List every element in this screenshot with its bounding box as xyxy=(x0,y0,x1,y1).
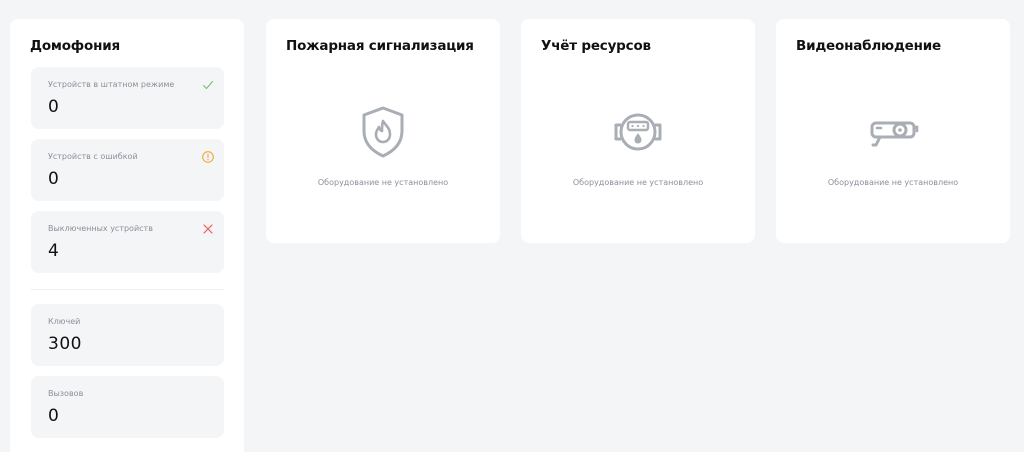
stat-label: Устройств с ошибкой xyxy=(48,152,138,161)
resources-title: Учёт ресурсов xyxy=(541,38,651,54)
check-icon xyxy=(202,80,214,90)
camera-icon xyxy=(870,121,919,147)
stat-value: 0 xyxy=(48,97,60,117)
stat-value: 4 xyxy=(48,241,60,261)
stat-keys[interactable]: Ключей 300 xyxy=(31,304,224,366)
dashboard: Домофония Устройств в штатном режиме 0 У… xyxy=(0,0,1024,452)
cross-icon xyxy=(203,224,213,234)
stat-normal-devices[interactable]: Устройств в штатном режиме 0 xyxy=(31,67,224,129)
resources-card[interactable]: Учёт ресурсов Оборудование не установлен… xyxy=(521,19,755,243)
stat-calls[interactable]: Вызовов 0 xyxy=(31,376,224,438)
stat-value: 0 xyxy=(48,169,60,189)
video-title: Видеонаблюдение xyxy=(796,38,941,54)
empty-state-text: Оборудование не установлено xyxy=(572,178,704,187)
stat-value: 300 xyxy=(48,334,82,354)
stat-label: Устройств в штатном режиме xyxy=(48,80,175,89)
warning-icon xyxy=(202,151,214,163)
video-card[interactable]: Видеонаблюдение Оборудование не установл… xyxy=(776,19,1010,243)
intercom-title: Домофония xyxy=(30,38,120,54)
empty-state-text: Оборудование не установлено xyxy=(317,178,449,187)
empty-state-text: Оборудование не установлено xyxy=(827,178,959,187)
stat-label: Вызовов xyxy=(48,389,84,398)
shield-flame-icon xyxy=(362,106,404,158)
divider xyxy=(31,289,224,290)
stat-disabled-devices[interactable]: Выключенных устройств 4 xyxy=(31,211,224,273)
fire-alarm-title: Пожарная сигнализация xyxy=(286,38,474,54)
meter-icon xyxy=(614,113,662,151)
stat-value: 0 xyxy=(48,406,60,426)
intercom-card: Домофония Устройств в штатном режиме 0 У… xyxy=(10,19,244,452)
stat-label: Ключей xyxy=(48,317,81,326)
stat-error-devices[interactable]: Устройств с ошибкой 0 xyxy=(31,139,224,201)
stat-label: Выключенных устройств xyxy=(48,224,153,233)
fire-alarm-card[interactable]: Пожарная сигнализация Оборудование не ус… xyxy=(266,19,500,243)
